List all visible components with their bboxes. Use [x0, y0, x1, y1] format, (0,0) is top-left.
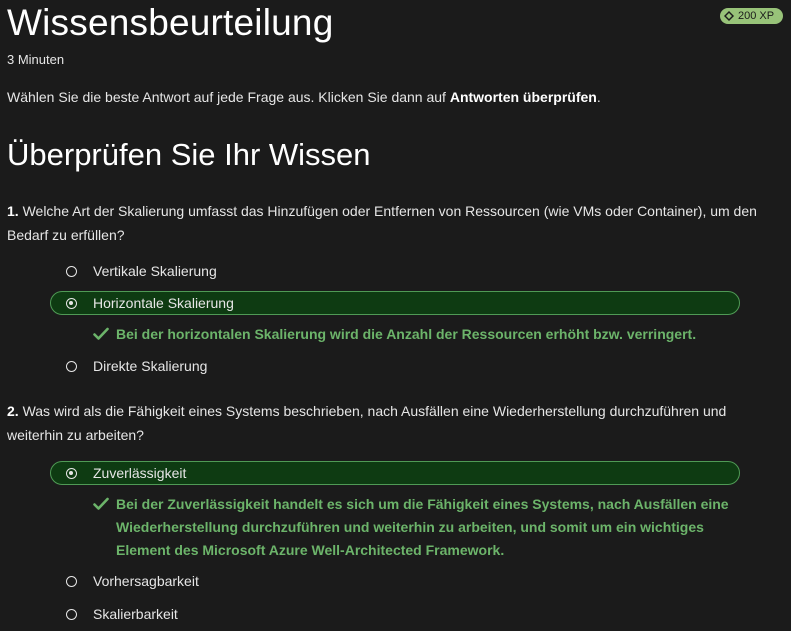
radio-button-icon[interactable] [66, 467, 77, 479]
question-text: Was wird als die Fähigkeit eines Systems… [7, 403, 727, 443]
option-label: Skalierbarkeit [93, 606, 178, 622]
radio-button-icon[interactable] [66, 360, 77, 372]
option-vorhersagbarkeit[interactable]: Vorhersagbarkeit [50, 569, 740, 593]
intro-prefix: Wählen Sie die beste Antwort auf jede Fr… [7, 89, 450, 105]
radio-button-icon[interactable] [66, 265, 77, 277]
question-text: Welche Art der Skalierung umfasst das Hi… [7, 203, 757, 243]
feedback-correct: Bei der horizontalen Skalierung wird die… [93, 323, 733, 346]
option-label: Vorhersagbarkeit [93, 573, 199, 589]
question-1-text: 1. Welche Art der Skalierung umfasst das… [7, 199, 777, 247]
intro-bold: Antworten überprüfen [449, 89, 597, 105]
feedback-correct: Bei der Zuverlässigkeit handelt es sich … [93, 493, 733, 562]
feedback-text: Bei der horizontalen Skalierung wird die… [116, 326, 697, 342]
option-skalierbarkeit[interactable]: Skalierbarkeit [50, 602, 740, 626]
option-horizontale-skalierung[interactable]: Horizontale Skalierung [50, 291, 740, 315]
radio-button-icon[interactable] [66, 297, 77, 309]
option-label: Horizontale Skalierung [93, 295, 234, 311]
section-title: Überprüfen Sie Ihr Wissen [7, 137, 371, 172]
option-direkte-skalierung[interactable]: Direkte Skalierung [50, 354, 740, 378]
page-title: Wissensbeurteilung [7, 2, 334, 43]
radio-button-icon[interactable] [66, 575, 77, 587]
option-zuverlaessigkeit[interactable]: Zuverlässigkeit [50, 461, 740, 485]
option-label: Direkte Skalierung [93, 358, 208, 374]
checkmark-icon [93, 497, 109, 510]
question-number: 2. [7, 403, 19, 419]
option-label: Vertikale Skalierung [93, 263, 217, 279]
radio-button-icon[interactable] [66, 608, 77, 620]
feedback-text: Bei der Zuverlässigkeit handelt es sich … [116, 496, 729, 558]
question-2-text: 2. Was wird als die Fähigkeit eines Syst… [7, 399, 777, 447]
xp-badge: 200 XP [720, 8, 784, 24]
intro-text: Wählen Sie die beste Antwort auf jede Fr… [7, 89, 601, 105]
question-number: 1. [7, 203, 19, 219]
xp-badge-label: 200 XP [738, 10, 775, 22]
checkmark-icon [93, 327, 109, 340]
intro-suffix: . [596, 89, 601, 105]
xp-gem-icon [724, 11, 734, 21]
option-vertikale-skalierung[interactable]: Vertikale Skalierung [50, 259, 740, 283]
duration-label: 3 Minuten [7, 52, 65, 67]
option-label: Zuverlässigkeit [93, 465, 187, 481]
